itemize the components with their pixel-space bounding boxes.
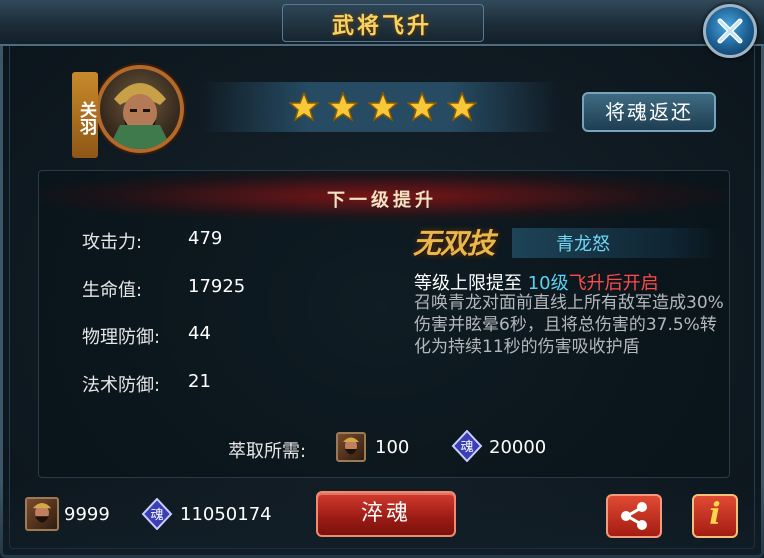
hero-soul-icon bbox=[336, 432, 366, 462]
stat-label-physical-defense: 物理防御: bbox=[82, 327, 161, 348]
skill-level-prefix: 等级上限提至 bbox=[414, 273, 522, 294]
requirement-label: 萃取所需: bbox=[228, 441, 307, 462]
star-icon bbox=[289, 92, 319, 122]
skill-type-badge: 无双技 bbox=[413, 227, 495, 260]
soul-icon: 魂 bbox=[141, 498, 173, 530]
requirement-soul-amount: 20000 bbox=[489, 437, 547, 458]
skill-level-value: 10级 bbox=[527, 273, 569, 294]
star-icon bbox=[328, 92, 358, 122]
info-button[interactable]: i bbox=[692, 494, 738, 538]
star-icon bbox=[407, 92, 437, 122]
hero-portrait bbox=[108, 83, 172, 149]
section-title: 下一级提升 bbox=[327, 190, 437, 211]
star-icon bbox=[368, 92, 398, 122]
skill-name: 青龙怒 bbox=[556, 234, 610, 255]
skill-name-band bbox=[512, 228, 720, 258]
info-icon: i bbox=[709, 497, 721, 532]
svg-text:魂: 魂 bbox=[150, 507, 163, 523]
svg-text:魂: 魂 bbox=[460, 439, 473, 455]
dialog-title: 武将飞升 bbox=[331, 14, 432, 39]
skill-description: 召唤青龙对面前直线上所有敌军造成30%伤害并眩晕6秒，且将总伤害的37.5%转化… bbox=[414, 293, 724, 357]
stat-value-physical-defense: 44 bbox=[188, 323, 211, 344]
stat-label-magic-defense: 法术防御: bbox=[82, 375, 161, 396]
hero-soul-icon bbox=[25, 497, 59, 531]
stat-value-hp: 17925 bbox=[188, 276, 246, 297]
share-button[interactable] bbox=[606, 494, 662, 538]
soul-return-button[interactable]: 将魂返还 bbox=[582, 92, 716, 132]
stat-label-attack: 攻击力: bbox=[82, 232, 143, 253]
inventory-soul-count: 11050174 bbox=[180, 504, 272, 525]
soul-icon: 魂 bbox=[451, 430, 483, 462]
star-icon bbox=[447, 92, 477, 122]
cuihun-button[interactable]: 淬魂 bbox=[316, 491, 456, 537]
hero-avatar[interactable] bbox=[96, 65, 184, 153]
hero-name-tag: 关羽 bbox=[72, 72, 98, 158]
requirement-hero-soul-amount: 100 bbox=[375, 437, 410, 458]
close-icon bbox=[717, 18, 743, 44]
stat-label-hp: 生命值: bbox=[82, 280, 143, 301]
stat-value-attack: 479 bbox=[188, 228, 223, 249]
inventory-hero-soul-count: 9999 bbox=[64, 504, 110, 525]
stat-value-magic-defense: 21 bbox=[188, 371, 211, 392]
close-button[interactable] bbox=[703, 4, 757, 58]
share-icon bbox=[621, 502, 647, 530]
skill-level-unlock: 飞升后开启 bbox=[568, 273, 659, 294]
